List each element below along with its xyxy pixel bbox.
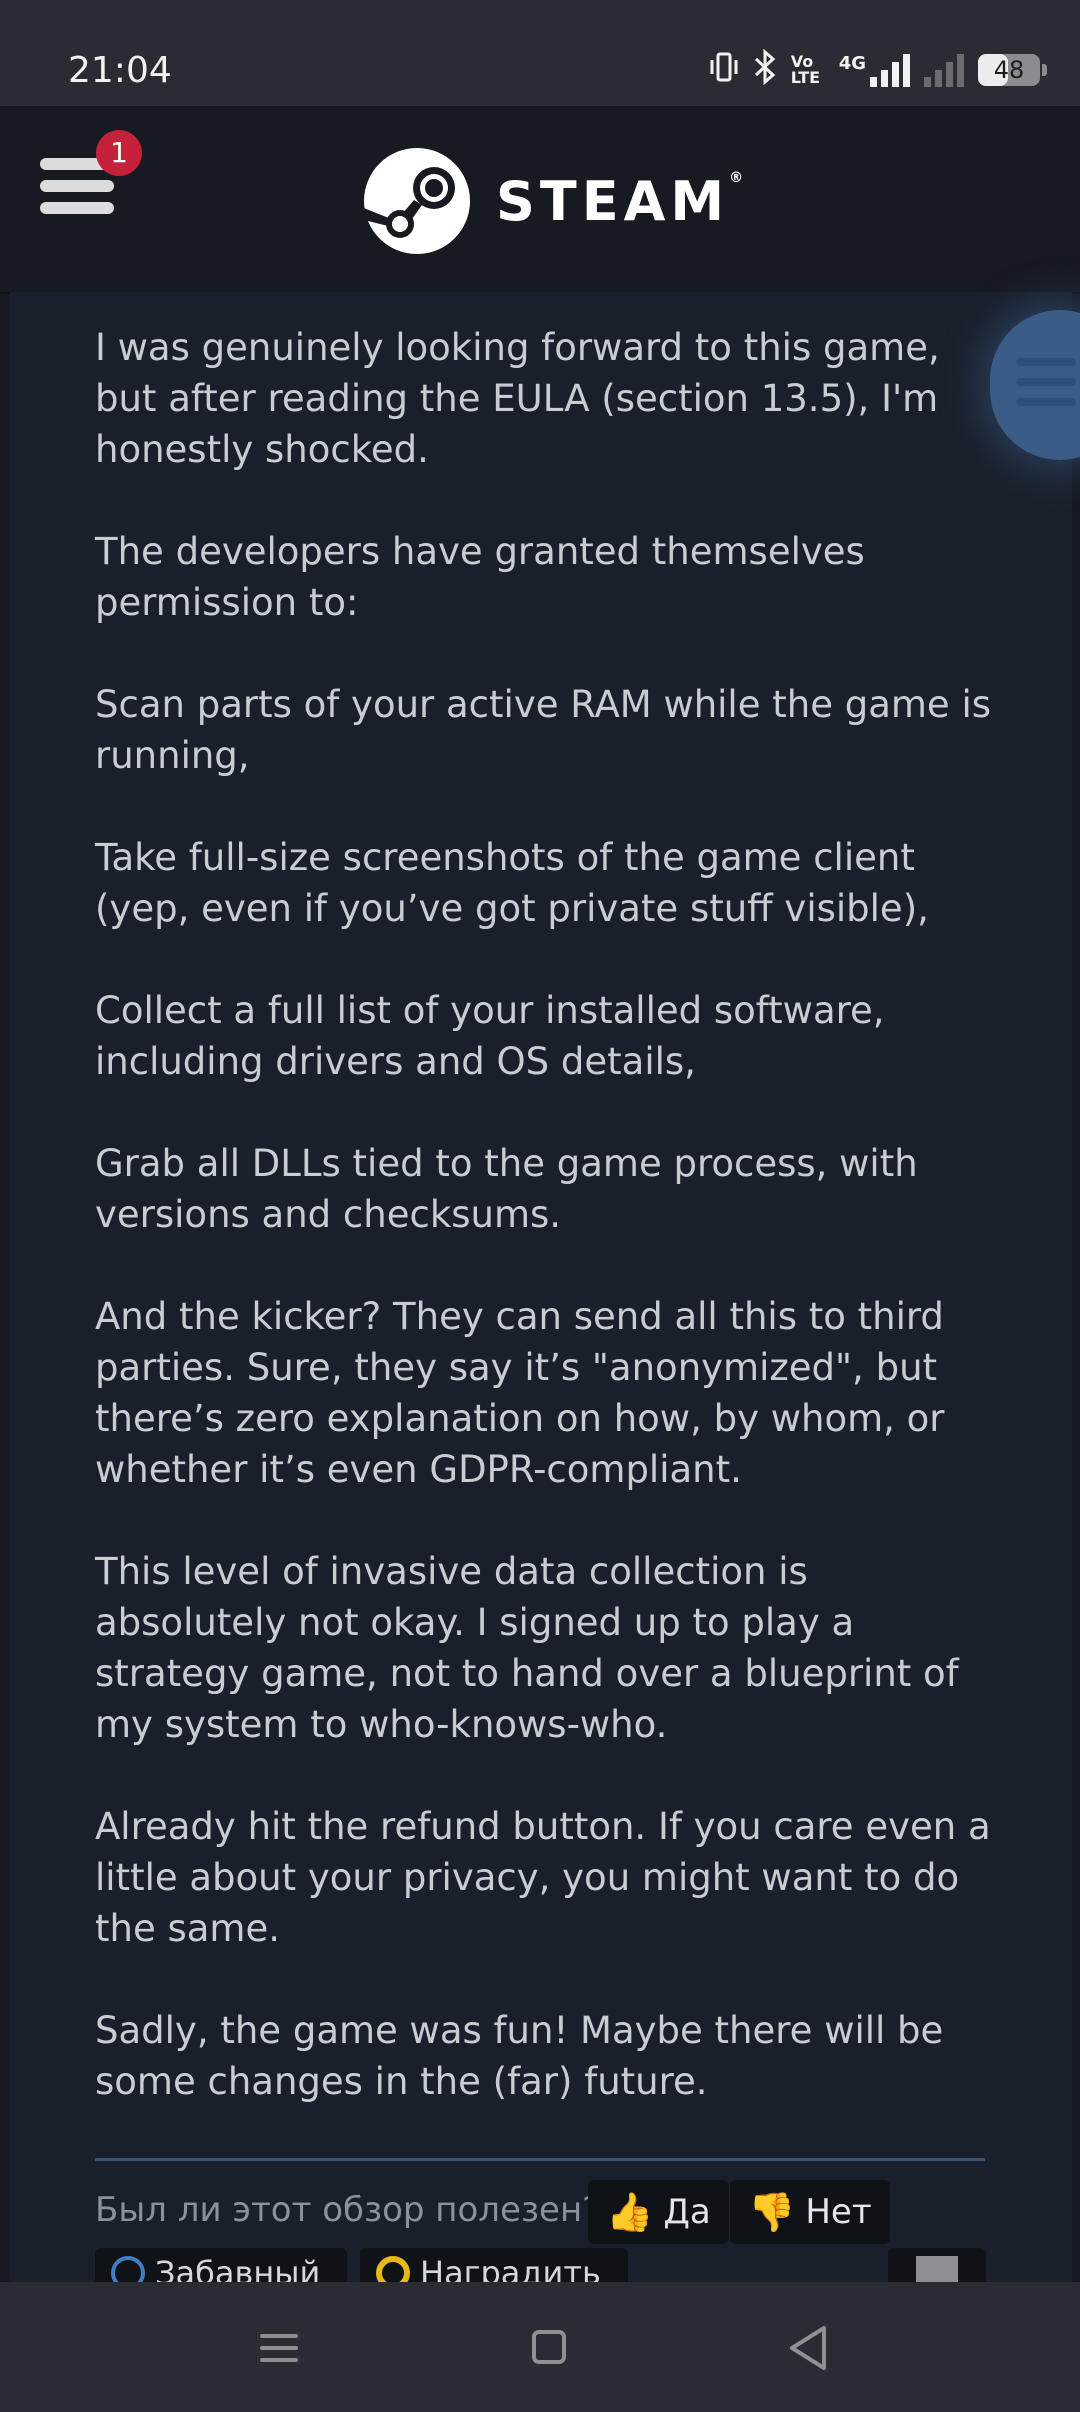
review-paragraph: Already hit the refund button. If you ca…	[95, 1805, 991, 1950]
steam-header: 1 STEAM®	[0, 106, 1080, 294]
review-paragraph: Collect a full list of your installed so…	[95, 989, 885, 1083]
back-button[interactable]	[780, 2318, 840, 2378]
volte-icon: Vo LTE	[790, 52, 821, 87]
review-text: I was genuinely looking forward to this …	[95, 322, 995, 2158]
helpful-question: Был ли этот обзор полезен?	[95, 2190, 601, 2230]
review-paragraph: Take full-size screenshots of the game c…	[95, 836, 929, 930]
4g-signal-icon: 4G	[839, 53, 910, 87]
brand-name: STEAM	[496, 169, 730, 233]
battery-icon: 48	[978, 54, 1047, 86]
status-bar: 21:04 Vo LTE 4G 48	[0, 0, 1080, 106]
thumbs-down-icon: 👎	[748, 2189, 796, 2234]
review-paragraph: I was genuinely looking forward to this …	[95, 326, 940, 471]
vote-yes-label: Да	[663, 2192, 711, 2232]
review-paragraph: This level of invasive data collection i…	[95, 1550, 959, 1746]
vote-no-label: Нет	[805, 2192, 872, 2232]
steam-logo-icon	[364, 148, 470, 254]
battery-level: 48	[993, 56, 1025, 84]
system-nav-bar	[0, 2282, 1080, 2412]
home-button[interactable]	[520, 2318, 580, 2378]
vibrate-icon	[709, 50, 739, 90]
vote-no-button[interactable]: 👎 Нет	[730, 2180, 890, 2244]
notification-badge[interactable]: 1	[96, 130, 142, 176]
network-type-label: 4G	[838, 53, 866, 74]
recent-apps-button[interactable]	[248, 2318, 308, 2378]
status-icons: Vo LTE 4G 48	[709, 48, 1047, 92]
review-paragraph: And the kicker? They can send all this t…	[95, 1295, 945, 1491]
review-paragraph: Sadly, the game was fun! Maybe there wil…	[95, 2009, 944, 2103]
status-time: 21:04	[68, 50, 172, 91]
review-paragraph: Scan parts of your active RAM while the …	[95, 683, 992, 777]
steam-wordmark: STEAM®	[496, 170, 743, 233]
vote-yes-button[interactable]: 👍 Да	[588, 2180, 729, 2244]
bluetooth-icon	[753, 48, 777, 91]
divider	[95, 2158, 985, 2161]
signal-bars-icon	[870, 53, 910, 87]
steam-logo[interactable]: STEAM®	[364, 146, 743, 256]
no-signal-icon	[924, 53, 964, 87]
thumbs-up-icon: 👍	[606, 2189, 654, 2234]
review-paragraph: The developers have granted themselves p…	[95, 530, 865, 624]
back-icon	[790, 2326, 826, 2370]
review-paragraph: Grab all DLLs tied to the game process, …	[95, 1142, 918, 1236]
trademark-symbol: ®	[729, 169, 744, 186]
